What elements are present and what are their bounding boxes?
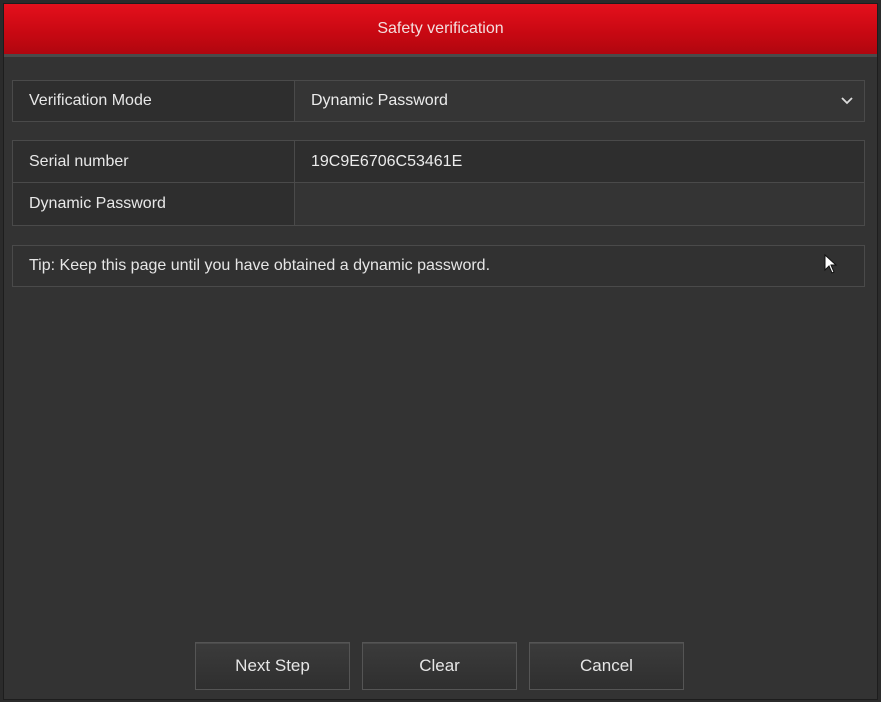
serial-number-label: Serial number — [13, 141, 295, 182]
mouse-pointer-icon — [824, 254, 838, 274]
tip-message: Tip: Keep this page until you have obtai… — [12, 245, 865, 287]
serial-number-row: Serial number 19C9E6706C53461E — [12, 140, 865, 182]
verification-mode-select[interactable]: Dynamic Password — [295, 81, 864, 121]
verification-mode-label: Verification Mode — [13, 81, 295, 121]
dialog-titlebar: Safety verification — [4, 4, 877, 57]
cancel-button[interactable]: Cancel — [529, 642, 684, 690]
dialog-title: Safety verification — [377, 20, 504, 37]
serial-number-value: 19C9E6706C53461E — [311, 152, 463, 170]
dynamic-password-row: Dynamic Password — [12, 182, 865, 226]
dynamic-password-label: Dynamic Password — [13, 183, 295, 225]
next-step-button[interactable]: Next Step — [195, 642, 350, 690]
dynamic-password-input[interactable] — [295, 183, 864, 225]
clear-button[interactable]: Clear — [362, 642, 517, 690]
verification-mode-value: Dynamic Password — [311, 92, 448, 109]
verification-mode-row: Verification Mode Dynamic Password — [12, 80, 865, 122]
chevron-down-icon[interactable] — [840, 94, 854, 108]
